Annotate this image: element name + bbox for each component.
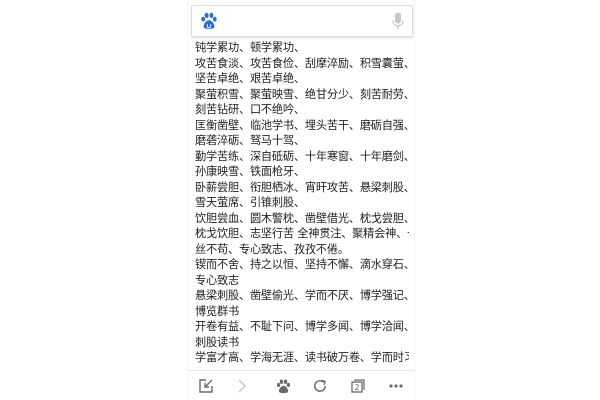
home-button[interactable]	[265, 371, 301, 400]
microphone-icon[interactable]	[392, 12, 404, 30]
text-line: 枕戈饮胆、志坚行苦 全神贯注、聚精会神、一	[195, 227, 409, 240]
baidu-paw-logo-icon[interactable]	[199, 11, 219, 31]
text-line: 学富才高、学海无涯、读书破万卷、学而时习	[195, 351, 409, 364]
refresh-icon	[314, 379, 326, 392]
text-line: 饮胆尝血、圆木警枕、凿壁借光、枕戈尝胆、	[195, 211, 409, 225]
tab-count: 2	[354, 383, 359, 392]
forward-icon	[238, 379, 247, 393]
search-input[interactable]	[224, 10, 384, 32]
text-line: 刻苦钻研、口不绝吟、	[195, 103, 305, 116]
text-line: 勤学苦练、深自砥砺、十年寒窗、十年磨剑、	[195, 149, 409, 163]
text-line: 刺股读书	[195, 335, 239, 349]
browser-screen: 钝学累功、顿学累功、 攻苦食淡、攻苦食俭、刮摩淬励、积雪囊萤、 坚苦卓绝、艰苦卓…	[187, 0, 415, 400]
text-line: 聚萤积雪、聚萤映雪、绝甘分少、刻苦耐劳、	[195, 87, 409, 101]
text-line: 磨砻淬砺、驽马十驾、	[195, 134, 305, 147]
text-line: 钝学累功、顿学累功、	[195, 41, 305, 54]
search-bar[interactable]	[191, 5, 413, 37]
refresh-button[interactable]	[302, 371, 338, 400]
text-line: 悬梁刺股、凿壁偷光、学而不厌、博学强记、	[195, 289, 409, 302]
text-line: 丝不苟、专心致志、孜孜不倦。	[195, 242, 349, 256]
home-paw-icon	[276, 379, 290, 393]
text-line: 攻苦食淡、攻苦食俭、刮摩淬励、积雪囊萤、	[195, 56, 409, 70]
text-line: 专心致志	[195, 273, 239, 287]
bottom-toolbar: 2	[188, 370, 414, 400]
minimize-icon	[199, 379, 213, 393]
text-line: 雪天萤席、引锥刺股、	[195, 196, 305, 209]
search-result-text: 钝学累功、顿学累功、 攻苦食淡、攻苦食俭、刮摩淬励、积雪囊萤、 坚苦卓绝、艰苦卓…	[195, 40, 409, 370]
forward-button[interactable]	[224, 371, 260, 400]
text-line: 坚苦卓绝、艰苦卓绝、	[195, 72, 305, 85]
tabs-button[interactable]: 2	[340, 371, 376, 400]
text-line: 开卷有益、不耻下问、博学多闻、博学洽闻、	[195, 320, 409, 333]
text-line: 匡衡凿壁、临池学书、埋头苦干、磨砺自强、	[195, 118, 409, 132]
minimize-button[interactable]	[188, 371, 224, 400]
text-line: 卧薪尝胆、衔胆栖冰、宵旰攻苦、悬梁刺股、	[195, 180, 409, 194]
more-button[interactable]	[378, 371, 414, 400]
more-icon	[389, 384, 403, 388]
text-line: 孙康映雪、铁面枪牙、	[195, 165, 305, 178]
tabs-icon: 2	[351, 379, 365, 393]
text-line: 锲而不舍、持之以恒、坚持不懈、滴水穿石、	[195, 258, 409, 271]
text-line: 博览群书	[195, 304, 239, 318]
